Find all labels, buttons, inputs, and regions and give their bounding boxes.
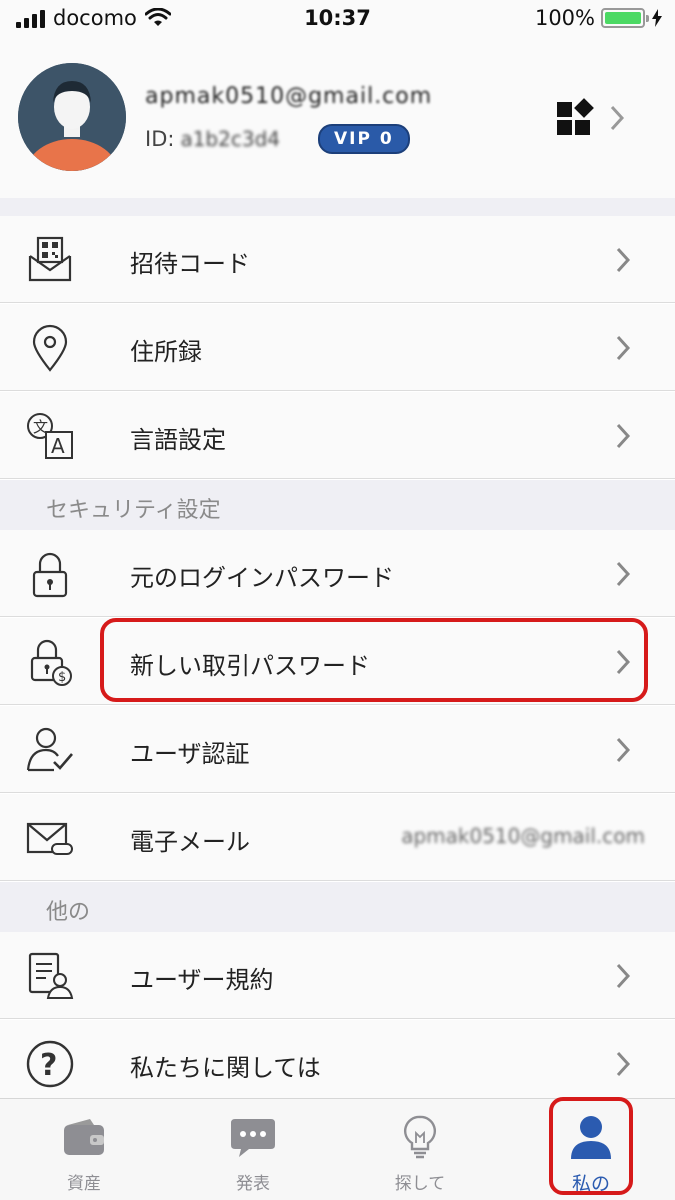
menu-label: ユーザ認証 [130, 740, 250, 768]
menu-item-email[interactable]: 電子メール apmak0510@gmail.com [0, 794, 675, 881]
chevron-right-icon[interactable] [608, 104, 626, 132]
section-divider [0, 198, 675, 216]
menu-item-login-password[interactable]: 元のログインパスワード [0, 530, 675, 617]
status-bar: docomo 10:37 100% [0, 0, 675, 40]
wallet-icon [64, 1119, 104, 1155]
lightbulb-icon [404, 1115, 436, 1159]
menu-item-address-book[interactable]: 住所録 [0, 304, 675, 391]
chevron-right-icon [616, 335, 631, 361]
svg-text:$: $ [58, 670, 66, 685]
menu-label: 元のログインパスワード [130, 564, 394, 592]
section-header-security: セキュリティ設定 [0, 480, 675, 530]
profile-id-row: ID: a1b2c3d4 VIP 0 [145, 124, 410, 154]
tab-label: 探して [394, 1174, 446, 1194]
menu-item-invite-code[interactable]: 招待コード [0, 216, 675, 303]
question-circle-icon: ? [26, 1040, 74, 1088]
chevron-right-icon [616, 561, 631, 587]
menu-label: 私たちに関しては [130, 1054, 321, 1082]
section-header-other: 他の [0, 882, 675, 932]
lock-icon [32, 552, 68, 598]
chevron-right-icon [616, 1051, 631, 1077]
menu-label: 言語設定 [130, 426, 226, 454]
id-label: ID: [145, 127, 175, 151]
id-value: a1b2c3d4 [180, 127, 280, 151]
lock-dollar-icon: $ [30, 639, 72, 686]
menu-label: 住所録 [130, 338, 202, 366]
menu-item-user-verification[interactable]: ユーザ認証 [0, 706, 675, 793]
section-title: セキュリティ設定 [46, 498, 221, 523]
annotation-highlight-mine-tab [549, 1097, 633, 1195]
annotation-highlight-trade-password [100, 618, 648, 702]
language-translate-icon: 文 A [27, 413, 73, 459]
profile-header[interactable]: apmak0510@gmail.com ID: a1b2c3d4 VIP 0 [0, 40, 675, 198]
vip-badge: VIP 0 [318, 124, 410, 154]
menu-item-about[interactable]: ? 私たちに関しては [0, 1020, 675, 1107]
email-value: apmak0510@gmail.com [401, 824, 645, 848]
mail-icon [26, 822, 73, 855]
svg-text:?: ? [40, 1048, 57, 1083]
charging-icon [652, 9, 662, 27]
tab-label: 資産 [67, 1174, 101, 1194]
menu-label: 電子メール [130, 828, 250, 856]
menu-item-user-agreement[interactable]: ユーザー規約 [0, 932, 675, 1019]
apps-grid-icon[interactable] [555, 98, 595, 138]
chevron-right-icon [616, 963, 631, 989]
profile-email: apmak0510@gmail.com [145, 84, 433, 109]
document-user-icon [28, 952, 74, 999]
avatar[interactable] [18, 63, 126, 171]
menu-label: 招待コード [130, 250, 250, 278]
chat-bubble-icon [231, 1119, 275, 1157]
chevron-right-icon [616, 423, 631, 449]
svg-text:A: A [51, 434, 65, 458]
user-check-icon [26, 727, 73, 772]
avatar-person-icon [18, 63, 126, 171]
menu-label: ユーザー規約 [130, 966, 274, 994]
battery-percent: 100% [534, 6, 595, 30]
chevron-right-icon [616, 737, 631, 763]
tab-assets[interactable]: 資産 [24, 1107, 144, 1197]
invite-envelope-icon [28, 236, 72, 282]
tab-announcements[interactable]: 発表 [193, 1107, 313, 1197]
chevron-right-icon [616, 247, 631, 273]
location-pin-icon [32, 324, 68, 372]
tab-label: 発表 [236, 1174, 270, 1194]
menu-item-language[interactable]: 文 A 言語設定 [0, 392, 675, 479]
section-title: 他の [46, 900, 91, 925]
battery-icon [601, 8, 649, 28]
tab-explore[interactable]: 探して [360, 1107, 480, 1197]
